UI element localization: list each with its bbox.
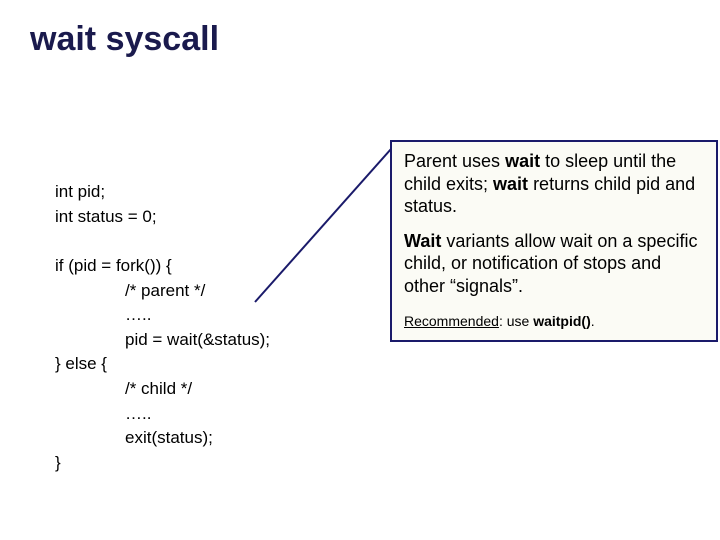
code-line: ….. — [125, 404, 151, 423]
code-line: int pid; — [55, 182, 105, 201]
code-line: if (pid = fork()) { — [55, 256, 172, 275]
code-line: int status = 0; — [55, 207, 157, 226]
code-line: ….. — [125, 305, 151, 324]
code-block: int pid; int status = 0; if (pid = fork(… — [55, 180, 270, 476]
code-line: exit(status); — [125, 428, 213, 447]
callout-paragraph: Recommended: use waitpid(). — [404, 309, 704, 332]
code-line: pid = wait(&status); — [125, 330, 270, 349]
code-line: } — [55, 453, 61, 472]
page-title: wait syscall — [30, 20, 219, 59]
callout-box: Parent uses wait to sleep until the chil… — [390, 140, 718, 342]
code-line: /* parent */ — [125, 281, 205, 300]
code-line: } else { — [55, 354, 107, 373]
code-line: /* child */ — [125, 379, 192, 398]
slide: wait syscall int pid; int status = 0; if… — [0, 0, 720, 540]
callout-paragraph: Wait variants allow wait on a specific c… — [404, 230, 704, 298]
callout-paragraph: Parent uses wait to sleep until the chil… — [404, 150, 704, 218]
